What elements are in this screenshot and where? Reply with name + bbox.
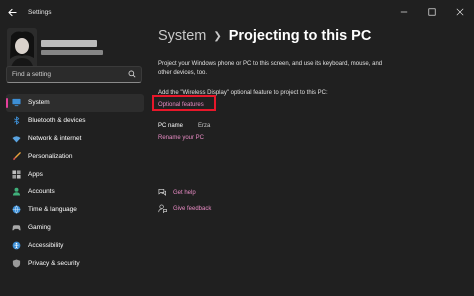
sidebar: System Bluetooth & devices Network & int… bbox=[0, 24, 150, 296]
sidebar-item-personalization[interactable]: Personalization bbox=[6, 147, 144, 165]
network-icon bbox=[12, 134, 21, 143]
bluetooth-icon bbox=[12, 116, 21, 125]
sidebar-item-network-internet[interactable]: Network & internet bbox=[6, 130, 144, 148]
title-bar: Settings bbox=[0, 0, 474, 24]
sidebar-item-accessibility[interactable]: Accessibility bbox=[6, 236, 144, 254]
maximize-icon[interactable] bbox=[418, 0, 446, 24]
globe-icon bbox=[12, 205, 21, 214]
app-title: Settings bbox=[28, 8, 52, 16]
sidebar-item-label: Privacy & security bbox=[28, 259, 80, 267]
sidebar-item-label: System bbox=[28, 99, 50, 107]
breadcrumb: System ❯ Projecting to this PC bbox=[158, 28, 371, 44]
sidebar-nav: System Bluetooth & devices Network & int… bbox=[6, 94, 144, 272]
chevron-right-icon: ❯ bbox=[213, 30, 222, 42]
help-icon bbox=[158, 188, 167, 197]
accounts-icon bbox=[12, 187, 21, 196]
close-icon[interactable] bbox=[446, 0, 474, 24]
sidebar-item-privacy-security[interactable]: Privacy & security bbox=[6, 254, 144, 272]
window-controls bbox=[390, 0, 474, 24]
page-description: Project your Windows phone or PC to this… bbox=[158, 61, 383, 76]
profile-email-redacted bbox=[41, 50, 103, 55]
sidebar-item-gaming[interactable]: Gaming bbox=[6, 219, 144, 237]
sidebar-item-label: Network & internet bbox=[28, 134, 82, 142]
give-feedback-label: Give feedback bbox=[173, 205, 212, 212]
sidebar-item-label: Gaming bbox=[28, 223, 51, 231]
search-icon[interactable] bbox=[128, 70, 136, 80]
search-input[interactable] bbox=[12, 71, 128, 78]
system-icon bbox=[12, 98, 21, 107]
back-arrow-icon[interactable] bbox=[6, 6, 18, 18]
minimize-icon[interactable] bbox=[390, 0, 418, 24]
sidebar-item-label: Bluetooth & devices bbox=[28, 117, 86, 125]
shield-icon bbox=[12, 259, 21, 268]
sidebar-item-label: Accounts bbox=[28, 188, 55, 196]
profile-name-redacted bbox=[41, 40, 97, 47]
gaming-icon bbox=[12, 223, 21, 232]
get-help-label: Get help bbox=[173, 189, 196, 196]
main-content: System ❯ Projecting to this PC Project y… bbox=[152, 24, 468, 296]
sidebar-item-bluetooth-devices[interactable]: Bluetooth & devices bbox=[6, 112, 144, 130]
pc-name-label: PC name bbox=[158, 123, 184, 129]
sidebar-item-label: Apps bbox=[28, 170, 43, 178]
breadcrumb-parent[interactable]: System bbox=[158, 28, 206, 44]
sidebar-item-label: Personalization bbox=[28, 152, 73, 160]
pc-name-value: Erza bbox=[198, 123, 211, 129]
search-box[interactable] bbox=[6, 66, 142, 83]
sidebar-item-accounts[interactable]: Accounts bbox=[6, 183, 144, 201]
page-title: Projecting to this PC bbox=[228, 28, 372, 44]
give-feedback-link[interactable]: Give feedback bbox=[158, 204, 211, 213]
apps-icon bbox=[12, 170, 21, 179]
sidebar-item-time-language[interactable]: Time & language bbox=[6, 201, 144, 219]
rename-pc-link[interactable]: Rename your PC bbox=[158, 135, 204, 141]
sidebar-item-label: Accessibility bbox=[28, 241, 64, 249]
sidebar-item-apps[interactable]: Apps bbox=[6, 165, 144, 183]
accessibility-icon bbox=[12, 241, 21, 250]
sidebar-item-label: Time & language bbox=[28, 206, 77, 214]
feedback-icon bbox=[158, 204, 167, 213]
brush-icon bbox=[12, 151, 21, 161]
optional-features-link[interactable]: Optional features bbox=[158, 102, 204, 108]
get-help-link[interactable]: Get help bbox=[158, 188, 196, 197]
sidebar-item-system[interactable]: System bbox=[6, 94, 144, 112]
